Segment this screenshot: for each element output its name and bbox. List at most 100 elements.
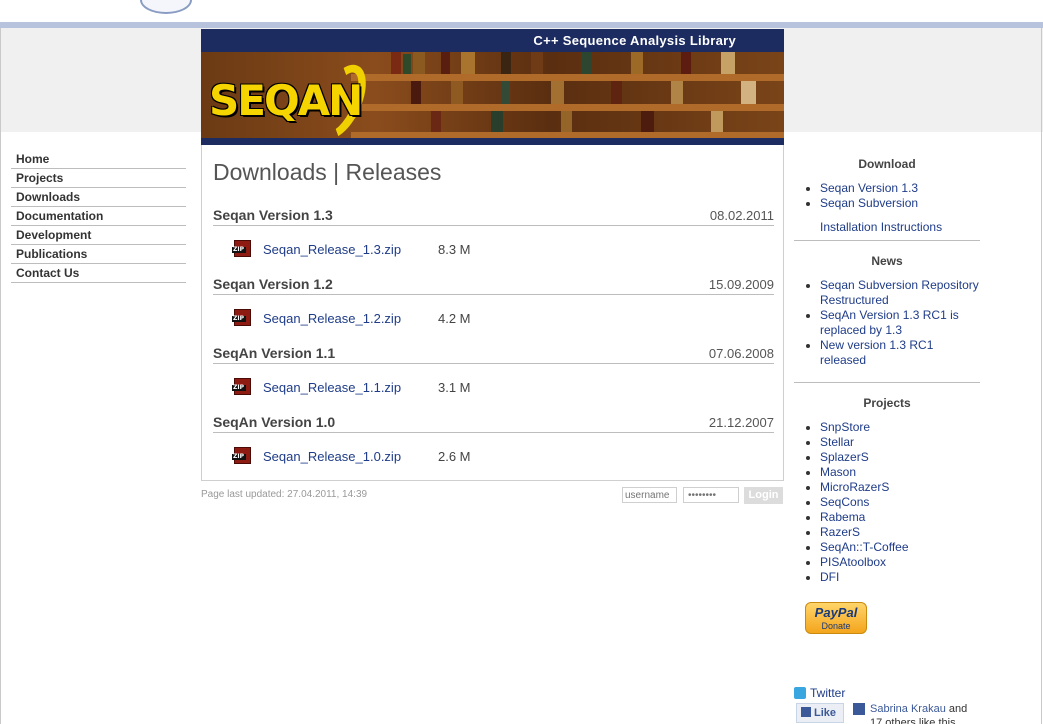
frame-border-left: [0, 28, 1, 724]
sidebar-list: Seqan Subversion Repository Restructured…: [794, 278, 980, 368]
project-link[interactable]: Mason: [820, 465, 856, 479]
twitter-link[interactable]: Twitter: [794, 686, 845, 700]
release-name: SeqAn Version 1.0: [213, 414, 336, 430]
project-link[interactable]: Stellar: [820, 435, 854, 449]
release-name: SeqAn Version 1.1: [213, 345, 336, 361]
release-section: Seqan Version 1.3 08.02.2011 ZIP Seqan_R…: [213, 207, 774, 276]
nav-item-contact-us[interactable]: Contact Us: [11, 264, 186, 283]
sidebar-list: SnpStore Stellar SplazerS Mason MicroRaz…: [794, 420, 980, 585]
project-link[interactable]: DFI: [820, 570, 839, 584]
download-link[interactable]: Seqan_Release_1.3.zip: [263, 242, 401, 257]
file-size: 8.3 M: [438, 242, 471, 257]
donate-label: Donate: [821, 621, 851, 631]
nav-item-publications[interactable]: Publications: [11, 245, 186, 264]
list-item: SplazerS: [794, 450, 980, 465]
sidebar-projects: Projects SnpStore Stellar SplazerS Mason…: [794, 396, 980, 585]
zip-file-icon: ZIP: [232, 378, 251, 395]
banner-bottom-bar: [201, 138, 784, 145]
list-item: SeqAn Version 1.3 RC1 is replaced by 1.3: [794, 308, 980, 338]
page-title: Downloads | Releases: [213, 159, 442, 185]
list-item: DFI: [794, 570, 980, 585]
facebook-like-count: Sabrina Krakau and 17 others like this.: [870, 702, 980, 724]
list-item: Rabema: [794, 510, 980, 525]
list-item: Seqan Subversion Repository Restructured: [794, 278, 980, 308]
thumbs-up-icon: [801, 707, 811, 717]
list-item: Seqan Subversion: [794, 196, 980, 211]
top-bar: [0, 0, 1043, 22]
twitter-label: Twitter: [810, 686, 846, 700]
file-size: 3.1 M: [438, 380, 471, 395]
installation-instructions-link[interactable]: Installation Instructions: [820, 220, 942, 234]
sidebar-link[interactable]: Seqan Version 1.3: [820, 181, 918, 195]
file-size: 2.6 M: [438, 449, 471, 464]
download-link[interactable]: Seqan_Release_1.0.zip: [263, 449, 401, 464]
bookshelf-image: SEQAN: [201, 52, 784, 138]
release-date: 15.09.2009: [708, 277, 774, 292]
project-link[interactable]: MicroRazerS: [820, 480, 889, 494]
sidebar-download: Download Seqan Version 1.3 Seqan Subvers…: [794, 157, 980, 241]
sidebar-heading: News: [871, 254, 903, 268]
sidebar-list: Seqan Version 1.3 Seqan Subversion: [794, 181, 980, 211]
divider: [794, 382, 980, 383]
download-link[interactable]: Seqan_Release_1.1.zip: [263, 380, 401, 395]
frame-border-right: [1041, 28, 1042, 724]
sidebar-heading: Download: [858, 157, 916, 171]
list-item: Mason: [794, 465, 980, 480]
project-link[interactable]: SeqAn::T-Coffee: [820, 540, 909, 554]
nav-item-development[interactable]: Development: [11, 226, 186, 245]
list-item: SeqCons: [794, 495, 980, 510]
zip-file-icon: ZIP: [232, 309, 251, 326]
nav-item-projects[interactable]: Projects: [11, 169, 186, 188]
username-input[interactable]: [622, 487, 677, 503]
news-link[interactable]: Seqan Subversion Repository Restructured: [820, 278, 979, 307]
paypal-donate-button[interactable]: PayPal Donate: [805, 602, 867, 634]
news-link[interactable]: New version 1.3 RC1 released: [820, 338, 933, 367]
login-button[interactable]: Login: [744, 487, 783, 504]
facebook-user-name[interactable]: Sabrina Krakau: [870, 703, 946, 715]
release-name: Seqan Version 1.3: [213, 207, 333, 223]
nav-item-documentation[interactable]: Documentation: [11, 207, 186, 226]
list-item: PISAtoolbox: [794, 555, 980, 570]
news-link[interactable]: SeqAn Version 1.3 RC1 is replaced by 1.3: [820, 308, 959, 337]
download-link[interactable]: Seqan_Release_1.2.zip: [263, 311, 401, 326]
list-item: SnpStore: [794, 420, 980, 435]
release-section: SeqAn Version 1.0 21.12.2007 ZIP Seqan_R…: [213, 414, 774, 483]
release-date: 08.02.2011: [709, 208, 774, 223]
release-header: Seqan Version 1.3 08.02.2011: [213, 207, 774, 226]
release-section: SeqAn Version 1.1 07.06.2008 ZIP Seqan_R…: [213, 345, 774, 414]
project-link[interactable]: SnpStore: [820, 420, 870, 434]
facebook-like-button[interactable]: Like: [796, 703, 844, 723]
main-content: Downloads | Releases Seqan Version 1.3 0…: [201, 145, 784, 481]
left-nav: Home Projects Downloads Documentation De…: [11, 150, 186, 283]
list-item: New version 1.3 RC1 released: [794, 338, 980, 368]
project-link[interactable]: SplazerS: [820, 450, 869, 464]
password-input[interactable]: [683, 487, 739, 503]
release-header: SeqAn Version 1.0 21.12.2007: [213, 414, 774, 433]
project-link[interactable]: SeqCons: [820, 495, 869, 509]
release-date: 07.06.2008: [708, 346, 774, 361]
file-size: 4.2 M: [438, 311, 471, 326]
banner-subtitle: C++ Sequence Analysis Library: [201, 29, 784, 52]
paypal-logo: PayPal: [814, 605, 858, 620]
list-item: MicroRazerS: [794, 480, 980, 495]
file-row: ZIP Seqan_Release_1.2.zip 4.2 M: [213, 295, 774, 345]
nav-item-home[interactable]: Home: [11, 150, 186, 169]
list-item: Seqan Version 1.3: [794, 181, 980, 196]
release-date: 21.12.2007: [708, 415, 774, 430]
twitter-icon: [794, 687, 806, 699]
file-row: ZIP Seqan_Release_1.1.zip 3.1 M: [213, 364, 774, 414]
list-item: Stellar: [794, 435, 980, 450]
project-link[interactable]: PISAtoolbox: [820, 555, 886, 569]
sidebar-link[interactable]: Seqan Subversion: [820, 196, 918, 210]
file-row: ZIP Seqan_Release_1.3.zip 8.3 M: [213, 226, 774, 276]
seqan-logo[interactable]: SEQAN: [209, 76, 363, 125]
sidebar-heading: Projects: [863, 396, 911, 410]
facebook-icon: [853, 703, 865, 715]
zip-file-icon: ZIP: [232, 240, 251, 257]
project-link[interactable]: Rabema: [820, 510, 865, 524]
nav-item-downloads[interactable]: Downloads: [11, 188, 186, 207]
divider: [794, 240, 980, 241]
list-item: RazerS: [794, 525, 980, 540]
like-label: Like: [814, 707, 837, 719]
project-link[interactable]: RazerS: [820, 525, 860, 539]
